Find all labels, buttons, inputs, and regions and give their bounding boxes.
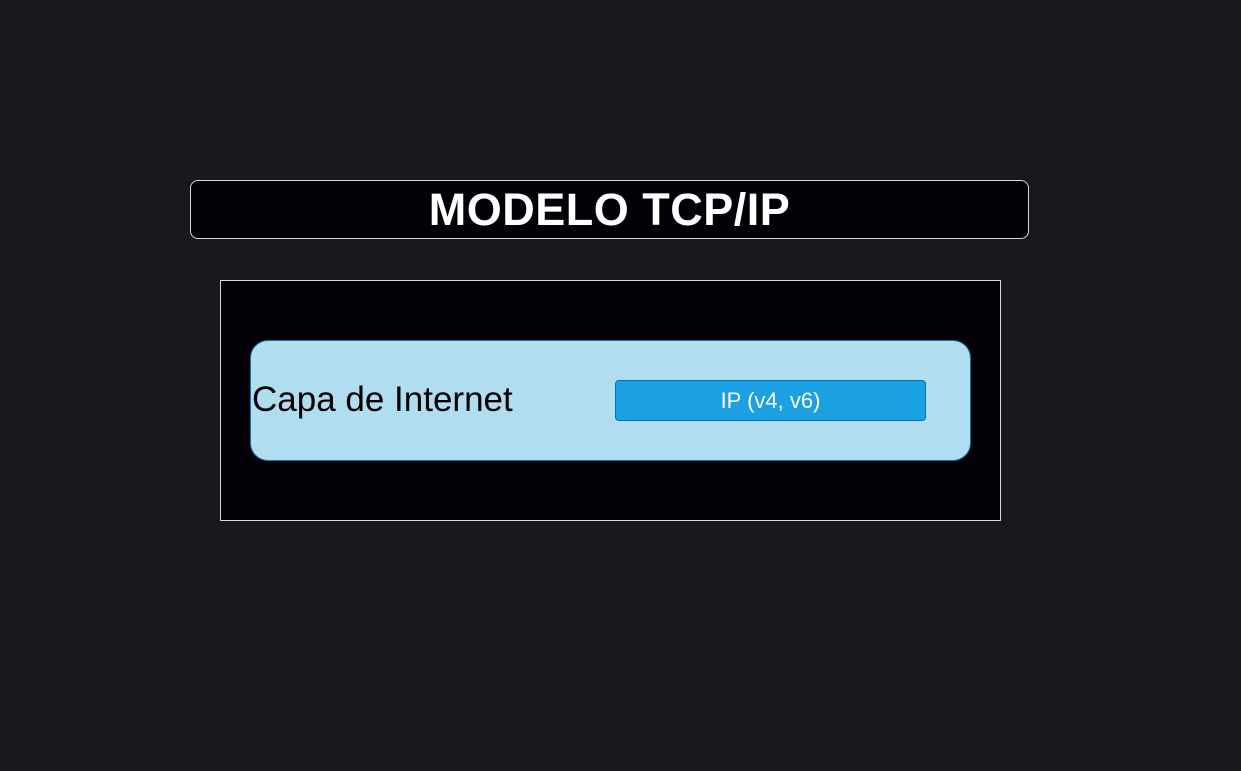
diagram-title: MODELO TCP/IP (428, 183, 791, 235)
title-box: MODELO TCP/IP (190, 180, 1029, 239)
protocol-ip: IP (v4, v6) (615, 380, 926, 421)
layer-label: Capa de Internet (252, 380, 513, 419)
